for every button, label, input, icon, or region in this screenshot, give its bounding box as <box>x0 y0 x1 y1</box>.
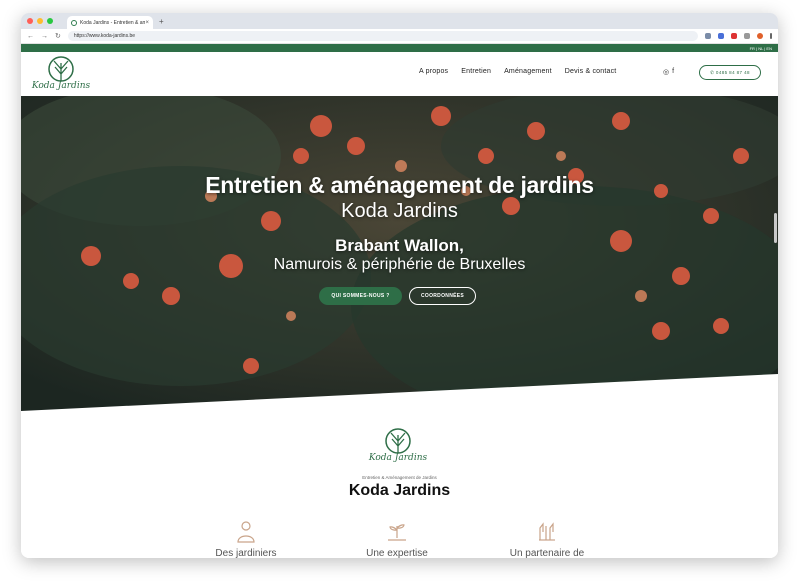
browser-tab[interactable]: Koda Jardins - Entretien & am × <box>67 16 153 29</box>
feature-label: Un partenaire de <box>509 548 585 558</box>
tab-strip: Koda Jardins - Entretien & am × + <box>21 13 778 29</box>
reload-button[interactable]: ↻ <box>55 32 61 40</box>
facebook-icon[interactable]: f <box>672 68 674 76</box>
close-window-icon[interactable] <box>27 18 33 24</box>
profile-avatar[interactable] <box>757 33 763 39</box>
phone-number: 0485 84 87 48 <box>715 70 750 75</box>
menu-icon[interactable] <box>770 33 772 39</box>
language-switcher[interactable]: FR | NL | EN <box>750 46 772 51</box>
logo-mark-icon <box>48 56 74 82</box>
hero-region: Namurois & périphérie de Bruxelles <box>273 256 526 273</box>
tab-title: Koda Jardins - Entretien & am <box>80 19 146 26</box>
hero-region-bold: Brabant Wallon, <box>335 236 464 255</box>
feature-gardeners: Des jardiniers <box>191 518 301 558</box>
site-logo[interactable]: Koda Jardins <box>31 55 91 91</box>
tab-close-icon[interactable]: × <box>145 20 149 26</box>
back-button[interactable]: ← <box>27 33 34 40</box>
intro-section: Koda Jardins Entretien & Aménagement de … <box>21 411 778 558</box>
nav-entretien[interactable]: Entretien <box>461 68 491 75</box>
about-us-button[interactable]: QUI SOMMES-NOUS ? <box>319 287 402 305</box>
intro-title: Koda Jardins <box>348 482 451 499</box>
intro-logo: Koda Jardins <box>368 427 428 463</box>
instagram-icon[interactable]: ◎ <box>663 68 669 76</box>
new-tab-button[interactable]: + <box>159 17 164 26</box>
logo-mark-icon-intro <box>385 428 411 454</box>
phone-button[interactable]: ✆ 0485 84 87 48 <box>699 65 761 80</box>
url-input[interactable]: https://www.koda-jardins.be <box>67 31 698 41</box>
plant-hand-icon <box>388 524 406 541</box>
feature-expertise: Une expertise <box>342 518 452 558</box>
minimize-window-icon[interactable] <box>37 18 43 24</box>
forward-button[interactable]: → <box>41 33 48 40</box>
logo-text: Koda Jardins <box>31 81 91 91</box>
site-header: Koda Jardins A propos Entretien Aménagem… <box>21 52 778 96</box>
feature-partner: Un partenaire de <box>492 518 602 558</box>
feature-label: Une expertise <box>366 548 428 558</box>
bookmark-star-icon[interactable] <box>705 33 711 39</box>
hero-section: Entretien & aménagement de jardins Koda … <box>21 96 778 411</box>
nav-devis-contact[interactable]: Devis & contact <box>565 68 617 75</box>
maximize-window-icon[interactable] <box>47 18 53 24</box>
extension-icon[interactable] <box>718 33 724 39</box>
intro-logo-text: Koda Jardins <box>368 453 428 463</box>
top-green-bar: FR | NL | EN <box>21 44 778 52</box>
social-links: ◎ f <box>663 68 674 76</box>
browser-window: Koda Jardins - Entretien & am × + ← → ↻ … <box>21 13 778 558</box>
feature-label: Des jardiniers <box>215 548 277 558</box>
address-bar: ← → ↻ https://www.koda-jardins.be <box>21 29 778 44</box>
extension-icon-2[interactable] <box>731 33 737 39</box>
main-nav: A propos Entretien Aménagement Devis & c… <box>419 68 616 75</box>
gardener-icon <box>237 521 255 543</box>
puzzle-icon[interactable] <box>744 33 750 39</box>
scrollbar[interactable] <box>774 213 777 243</box>
hero-subtitle: Koda Jardins <box>341 200 458 222</box>
nav-amenagement[interactable]: Aménagement <box>504 68 552 75</box>
nav-a-propos[interactable]: A propos <box>419 68 448 75</box>
intro-tagline: Entretien & Aménagement de Jardins <box>362 475 437 480</box>
favicon-icon <box>71 19 77 26</box>
hero-title: Entretien & aménagement de jardins <box>205 172 594 198</box>
contact-details-button[interactable]: COORDONNÉES <box>409 287 476 305</box>
gloves-icon <box>539 522 555 541</box>
